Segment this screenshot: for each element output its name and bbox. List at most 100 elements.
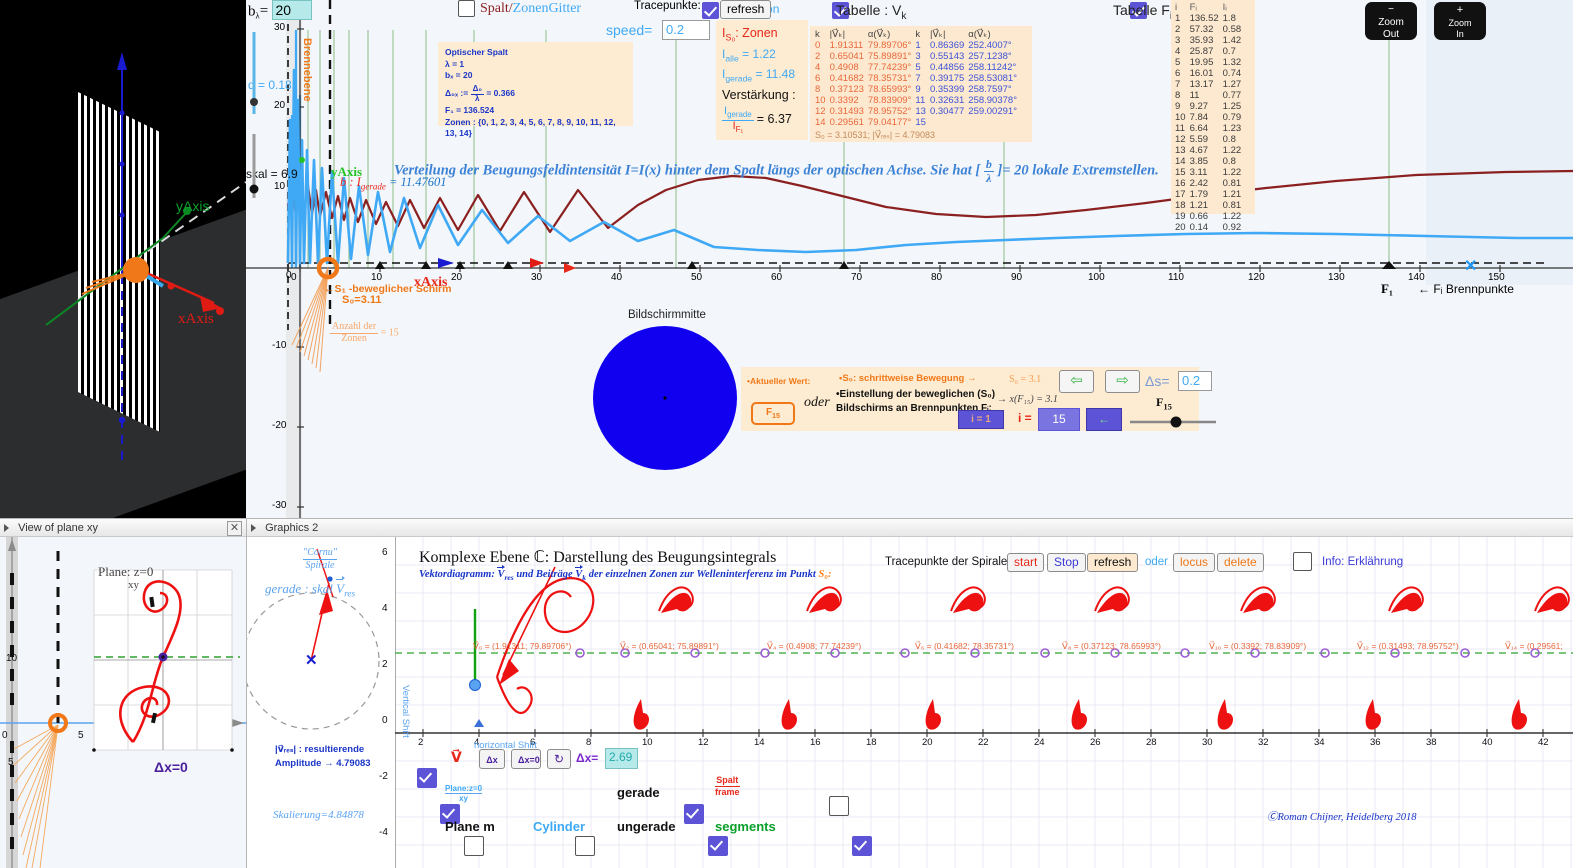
table-row: 2 57.32 0.58 — [1175, 24, 1245, 35]
view-3d-panel[interactable]: yAxis xAxis — [0, 0, 246, 518]
delta-frac-den: λ — [475, 93, 480, 103]
fi-cell: 4 — [1175, 46, 1181, 57]
vector-label-name: V⃗₁₀ — [1209, 641, 1222, 651]
delete-button[interactable]: delete — [1217, 553, 1264, 572]
vector-label-value: = (0.37123; 78.65993°) — [1073, 641, 1162, 651]
fi-cell: 2 — [1175, 24, 1181, 35]
stop-button[interactable]: Stop — [1047, 553, 1086, 572]
vk-cell: 0.44856 — [929, 62, 965, 73]
vk-cell: 14 — [815, 117, 826, 128]
table-row: 19 0.66 1.22 — [1175, 211, 1245, 222]
plane-xy-header[interactable]: View of plane xy ✕ — [0, 519, 246, 537]
vector-label-name: V⃗₁₄ — [1505, 641, 1518, 651]
b-lambda-control[interactable]: bλ= 20 — [248, 0, 312, 20]
plane-ytick-5: 5 — [8, 757, 14, 768]
info-checkbox[interactable] — [1293, 552, 1312, 571]
table-row: 12 5.59 0.8 — [1175, 134, 1245, 145]
zonengitter-label: ZonenGitter — [512, 0, 582, 16]
skal-slider[interactable] — [246, 130, 262, 202]
step-left-button[interactable]: ⇦ — [1059, 370, 1094, 393]
zoom-out-button[interactable]: − Zoom Out — [1365, 2, 1417, 40]
vk-cell: 2 — [815, 51, 821, 62]
start-button[interactable]: start — [1007, 553, 1045, 572]
g2-ytick-6: 6 — [382, 547, 388, 558]
fi-cell: 6.64 — [1189, 123, 1209, 134]
vector-label-value: = (0.4908; 77.74239°) — [778, 641, 862, 651]
vector-label: V⃗₆ = (0.41682; 78.35731°) — [915, 641, 1014, 652]
b-lambda-input[interactable]: 20 — [271, 0, 312, 20]
expand-triangle-icon-2[interactable] — [251, 524, 256, 533]
dx-button[interactable]: Δx — [479, 749, 505, 769]
i-equals-1-button[interactable]: i = 1 — [958, 410, 1004, 429]
g2-xtick: 22 — [978, 737, 989, 748]
d-slider[interactable] — [246, 28, 262, 118]
vk-header-cell: k — [815, 29, 820, 40]
x-tick-80: 80 — [931, 272, 943, 283]
aktueller-wert-value[interactable]: F15 — [751, 402, 795, 425]
ungerade-label: ungerade — [617, 819, 676, 834]
vector-label-name: V⃗₁₂ — [1357, 641, 1369, 651]
plane-xy-panel[interactable]: View of plane xy ✕ Plane: z=0 xy Δx=0 10… — [0, 518, 246, 868]
spalt-frame-checkbox[interactable] — [829, 796, 850, 816]
zoom-in-button[interactable]: + Zoom In — [1434, 2, 1486, 40]
gerade-checkbox[interactable] — [684, 804, 705, 824]
refresh-button-top[interactable]: refresh — [720, 0, 772, 19]
refresh-button-g2[interactable]: refresh — [1087, 553, 1139, 572]
dx-zero-button[interactable]: Δx=0 — [511, 749, 541, 769]
trace-spirale-label: Tracepunkte der Spirale: — [885, 556, 1011, 568]
vk-cell: 257.1238° — [968, 51, 1012, 62]
speed-input[interactable]: 0.2 — [662, 20, 710, 40]
plane-xy-subtitle: xy — [128, 579, 139, 591]
vk-cell: 77.74239° — [867, 62, 912, 73]
table-row: 1 136.52 1.8 — [1175, 13, 1245, 24]
fi-cell: 16.01 — [1189, 68, 1214, 79]
fi-cell: 0.79 — [1222, 112, 1242, 123]
vk-cell: 0.31493 — [829, 106, 864, 117]
g2-xtick: 34 — [1314, 737, 1325, 748]
ungerade-checkbox[interactable] — [707, 836, 728, 856]
locus-button[interactable]: locus — [1173, 553, 1216, 572]
segments-checkbox[interactable] — [852, 836, 873, 856]
fi-cell: 0.77 — [1222, 90, 1242, 101]
graphics2-header[interactable]: Graphics 2 — [247, 519, 1573, 537]
g2-ytick-neg4: -4 — [379, 827, 388, 838]
i-prev-button[interactable]: ← — [1086, 408, 1122, 431]
fi-cell: 0.92 — [1222, 222, 1242, 233]
vector-label-value: = (0.41682; 78.35731°) — [926, 641, 1014, 651]
fi-cell: 0.66 — [1189, 211, 1209, 222]
fi-cell: 12 — [1175, 134, 1186, 145]
cylinder-checkbox[interactable] — [575, 836, 596, 856]
table-row: 20 0.14 0.92 — [1175, 222, 1245, 233]
fi-cell: 13.17 — [1189, 79, 1214, 90]
i-value-input[interactable]: 15 — [1038, 408, 1080, 431]
close-icon[interactable]: ✕ — [227, 521, 242, 536]
main-graphics-panel[interactable]: ✕ 30 20 10 0 -10 -20 -30 0 10 20 30 40 5… — [246, 0, 1573, 518]
fi-cell: 0.81 — [1222, 178, 1242, 189]
g2-ytick-neg2: -2 — [379, 771, 388, 782]
vector-label: V⃗₄ = (0.4908; 77.74239°) — [767, 641, 861, 652]
reset-button[interactable]: ↻ — [547, 749, 571, 769]
expand-triangle-icon[interactable] — [4, 524, 9, 533]
delta-s-input[interactable]: 0.2 — [1178, 371, 1212, 391]
vector-checkbox[interactable] — [417, 768, 437, 788]
headline-frac-den: λ — [986, 170, 992, 185]
graphics2-panel[interactable]: Graphics 2 ✕ "Cornu" Spirale gerade : sk… — [246, 518, 1573, 868]
vector-label: V⃗₈ = (0.37123; 78.65993°) — [1062, 641, 1161, 652]
vk-header-cell: k — [915, 29, 921, 40]
x-tick-50: 50 — [691, 272, 703, 283]
f-index-slider[interactable] — [1128, 415, 1218, 429]
svg-text:✕: ✕ — [1464, 258, 1477, 275]
fi-cell: 13 — [1175, 145, 1186, 156]
fi-cell: 0.81 — [1222, 200, 1242, 211]
y-tick-neg10: -10 — [272, 340, 287, 351]
plane-xy-title: View of plane xy — [18, 522, 98, 534]
animation-checkbox[interactable] — [702, 2, 719, 19]
plane-m-checkbox[interactable] — [463, 836, 484, 856]
spalt-zonengitter-control[interactable]: Spalt/ZonenGitter — [458, 0, 581, 17]
vk-cell: 8 — [815, 84, 821, 95]
dx-input[interactable]: 2.69 — [605, 748, 638, 769]
step-right-button[interactable]: ⇨ — [1105, 370, 1140, 393]
plane-z0-den: xy — [459, 794, 469, 804]
subtitle-vec2: V — [575, 564, 584, 580]
spalt-zonengitter-checkbox[interactable] — [458, 0, 475, 17]
